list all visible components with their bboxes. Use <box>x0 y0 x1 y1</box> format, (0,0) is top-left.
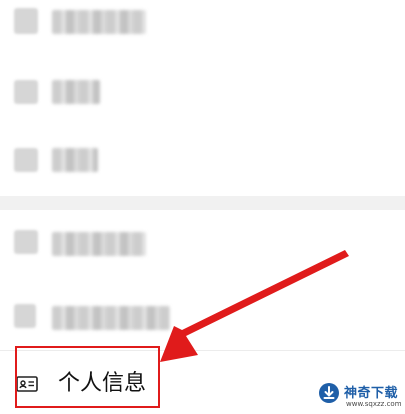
blurred-text <box>52 148 98 172</box>
blurred-icon <box>14 148 38 172</box>
blurred-list-item-5[interactable] <box>0 288 405 338</box>
blurred-icon <box>14 8 38 34</box>
watermark-title: 神奇下载 <box>344 386 399 401</box>
blurred-text <box>52 10 146 34</box>
blurred-icon <box>14 304 36 328</box>
watermark-url: www.sqxzz.com <box>346 400 402 408</box>
watermark-logo-icon <box>319 383 339 403</box>
blurred-list-item-4[interactable] <box>0 216 405 274</box>
blurred-list-item-3[interactable] <box>0 128 405 178</box>
blurred-text <box>52 80 100 104</box>
blurred-icon <box>14 80 38 104</box>
blurred-list-item-2[interactable] <box>0 62 405 112</box>
highlight-box <box>15 346 160 408</box>
blurred-text <box>52 232 146 256</box>
watermark: 神奇下载 www.sqxzz.com <box>318 380 405 414</box>
section-divider <box>0 196 405 210</box>
blurred-text <box>52 306 170 330</box>
blurred-list-item-1[interactable] <box>0 0 405 50</box>
blurred-icon <box>14 230 38 254</box>
